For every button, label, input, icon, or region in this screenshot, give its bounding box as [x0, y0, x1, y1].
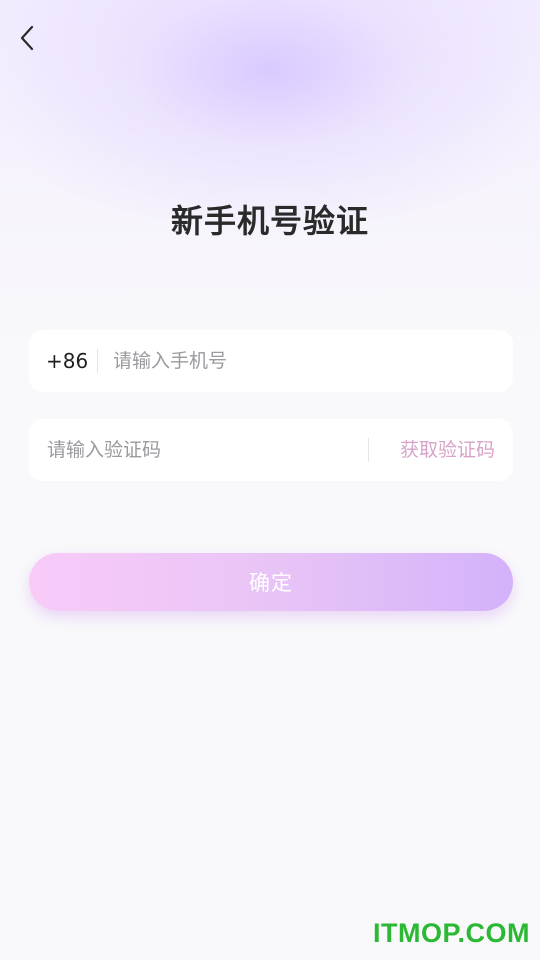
back-button[interactable] — [8, 18, 48, 58]
watermark: ITMOP.COM — [372, 918, 530, 948]
verification-code-input[interactable] — [47, 419, 347, 481]
chevron-left-icon — [20, 25, 34, 51]
country-code[interactable]: +86 — [46, 330, 88, 392]
top-bar — [0, 0, 540, 74]
phone-field: +86 — [29, 330, 513, 392]
code-divider — [368, 438, 369, 462]
page-title: 新手机号验证 — [170, 202, 369, 240]
phone-divider — [97, 349, 98, 373]
phone-input[interactable] — [113, 330, 493, 392]
verification-code-field: 获取验证码 — [29, 419, 513, 481]
confirm-button[interactable]: 确定 — [29, 553, 513, 611]
get-code-button[interactable]: 获取验证码 — [400, 419, 495, 481]
